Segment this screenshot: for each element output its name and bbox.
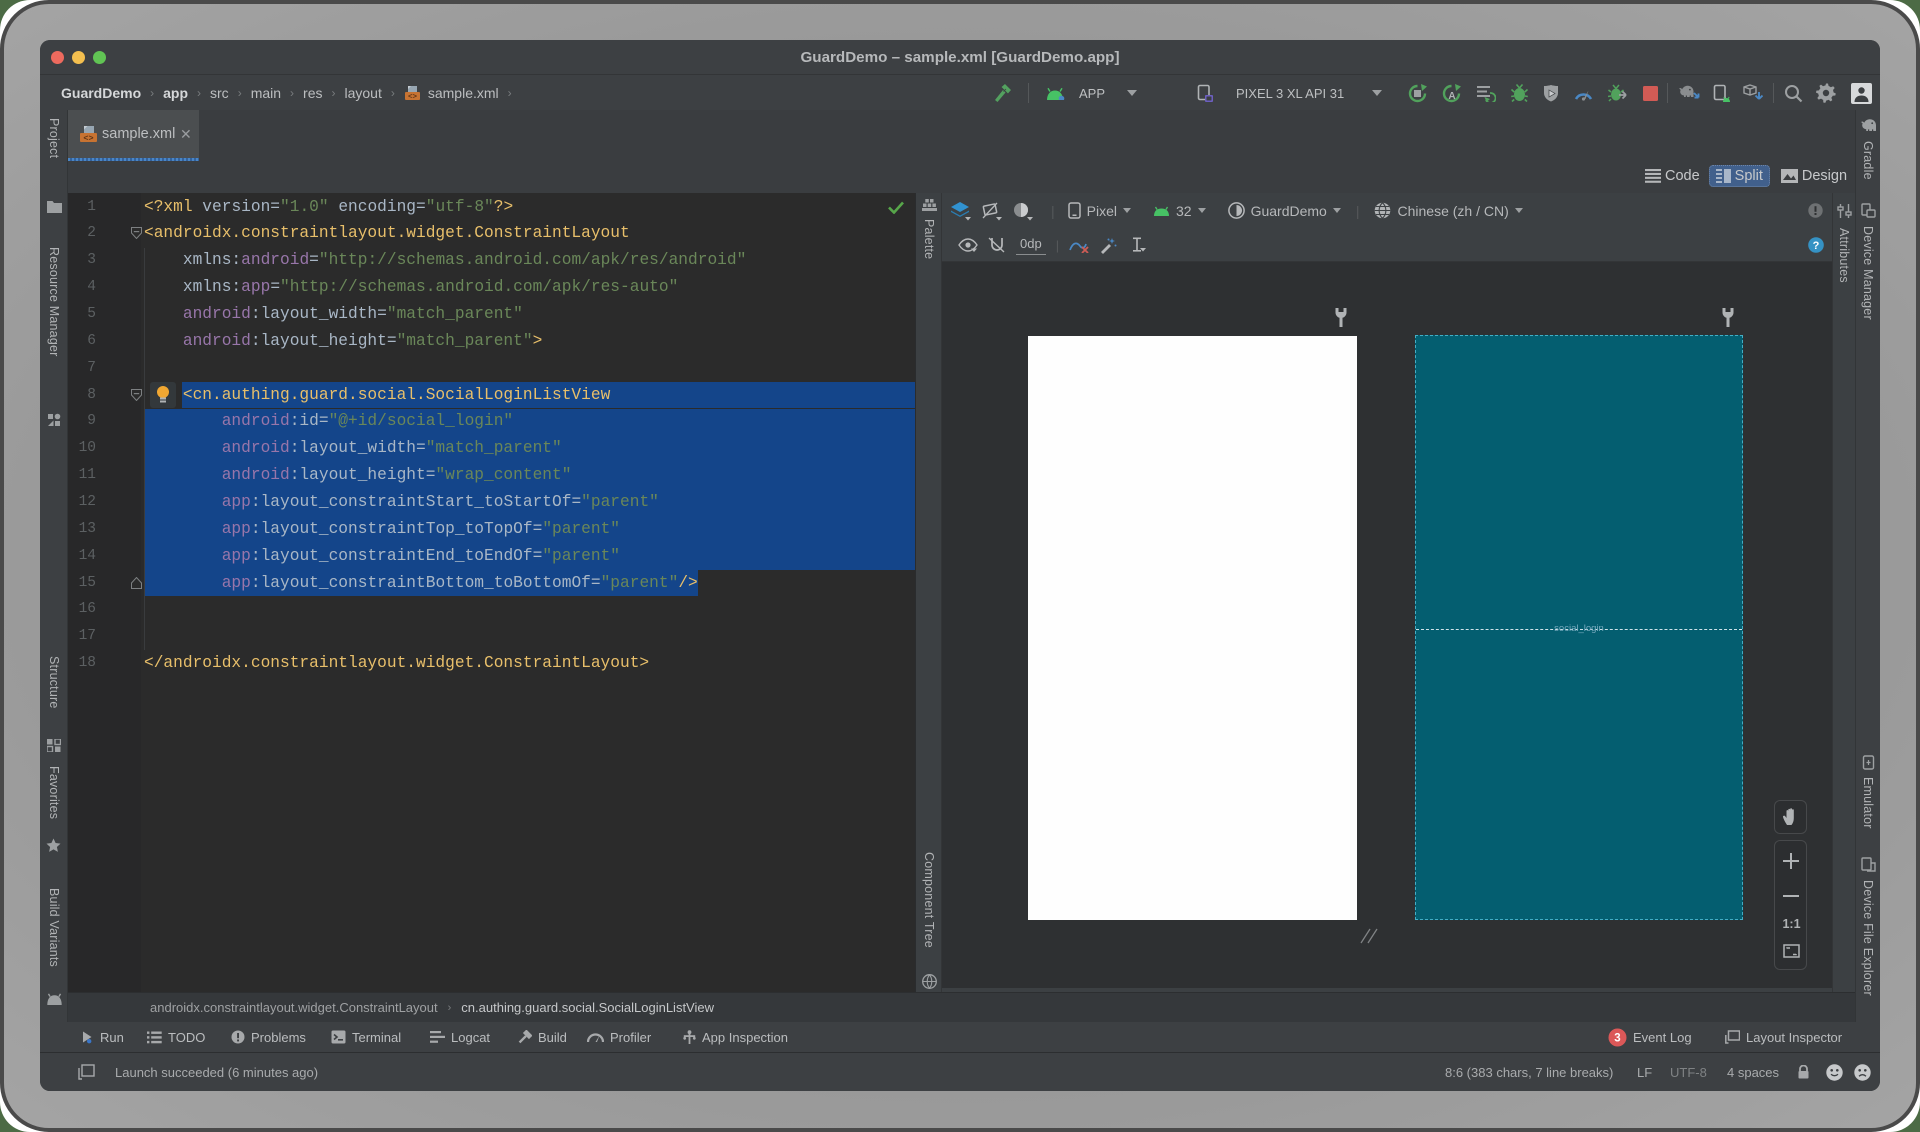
svg-text:?: ? bbox=[1813, 240, 1820, 252]
svg-text:<>: <> bbox=[408, 93, 418, 101]
svg-text:<>: <> bbox=[83, 133, 93, 143]
svg-text:3: 3 bbox=[1614, 1032, 1620, 1044]
svg-text:A: A bbox=[1449, 91, 1456, 102]
